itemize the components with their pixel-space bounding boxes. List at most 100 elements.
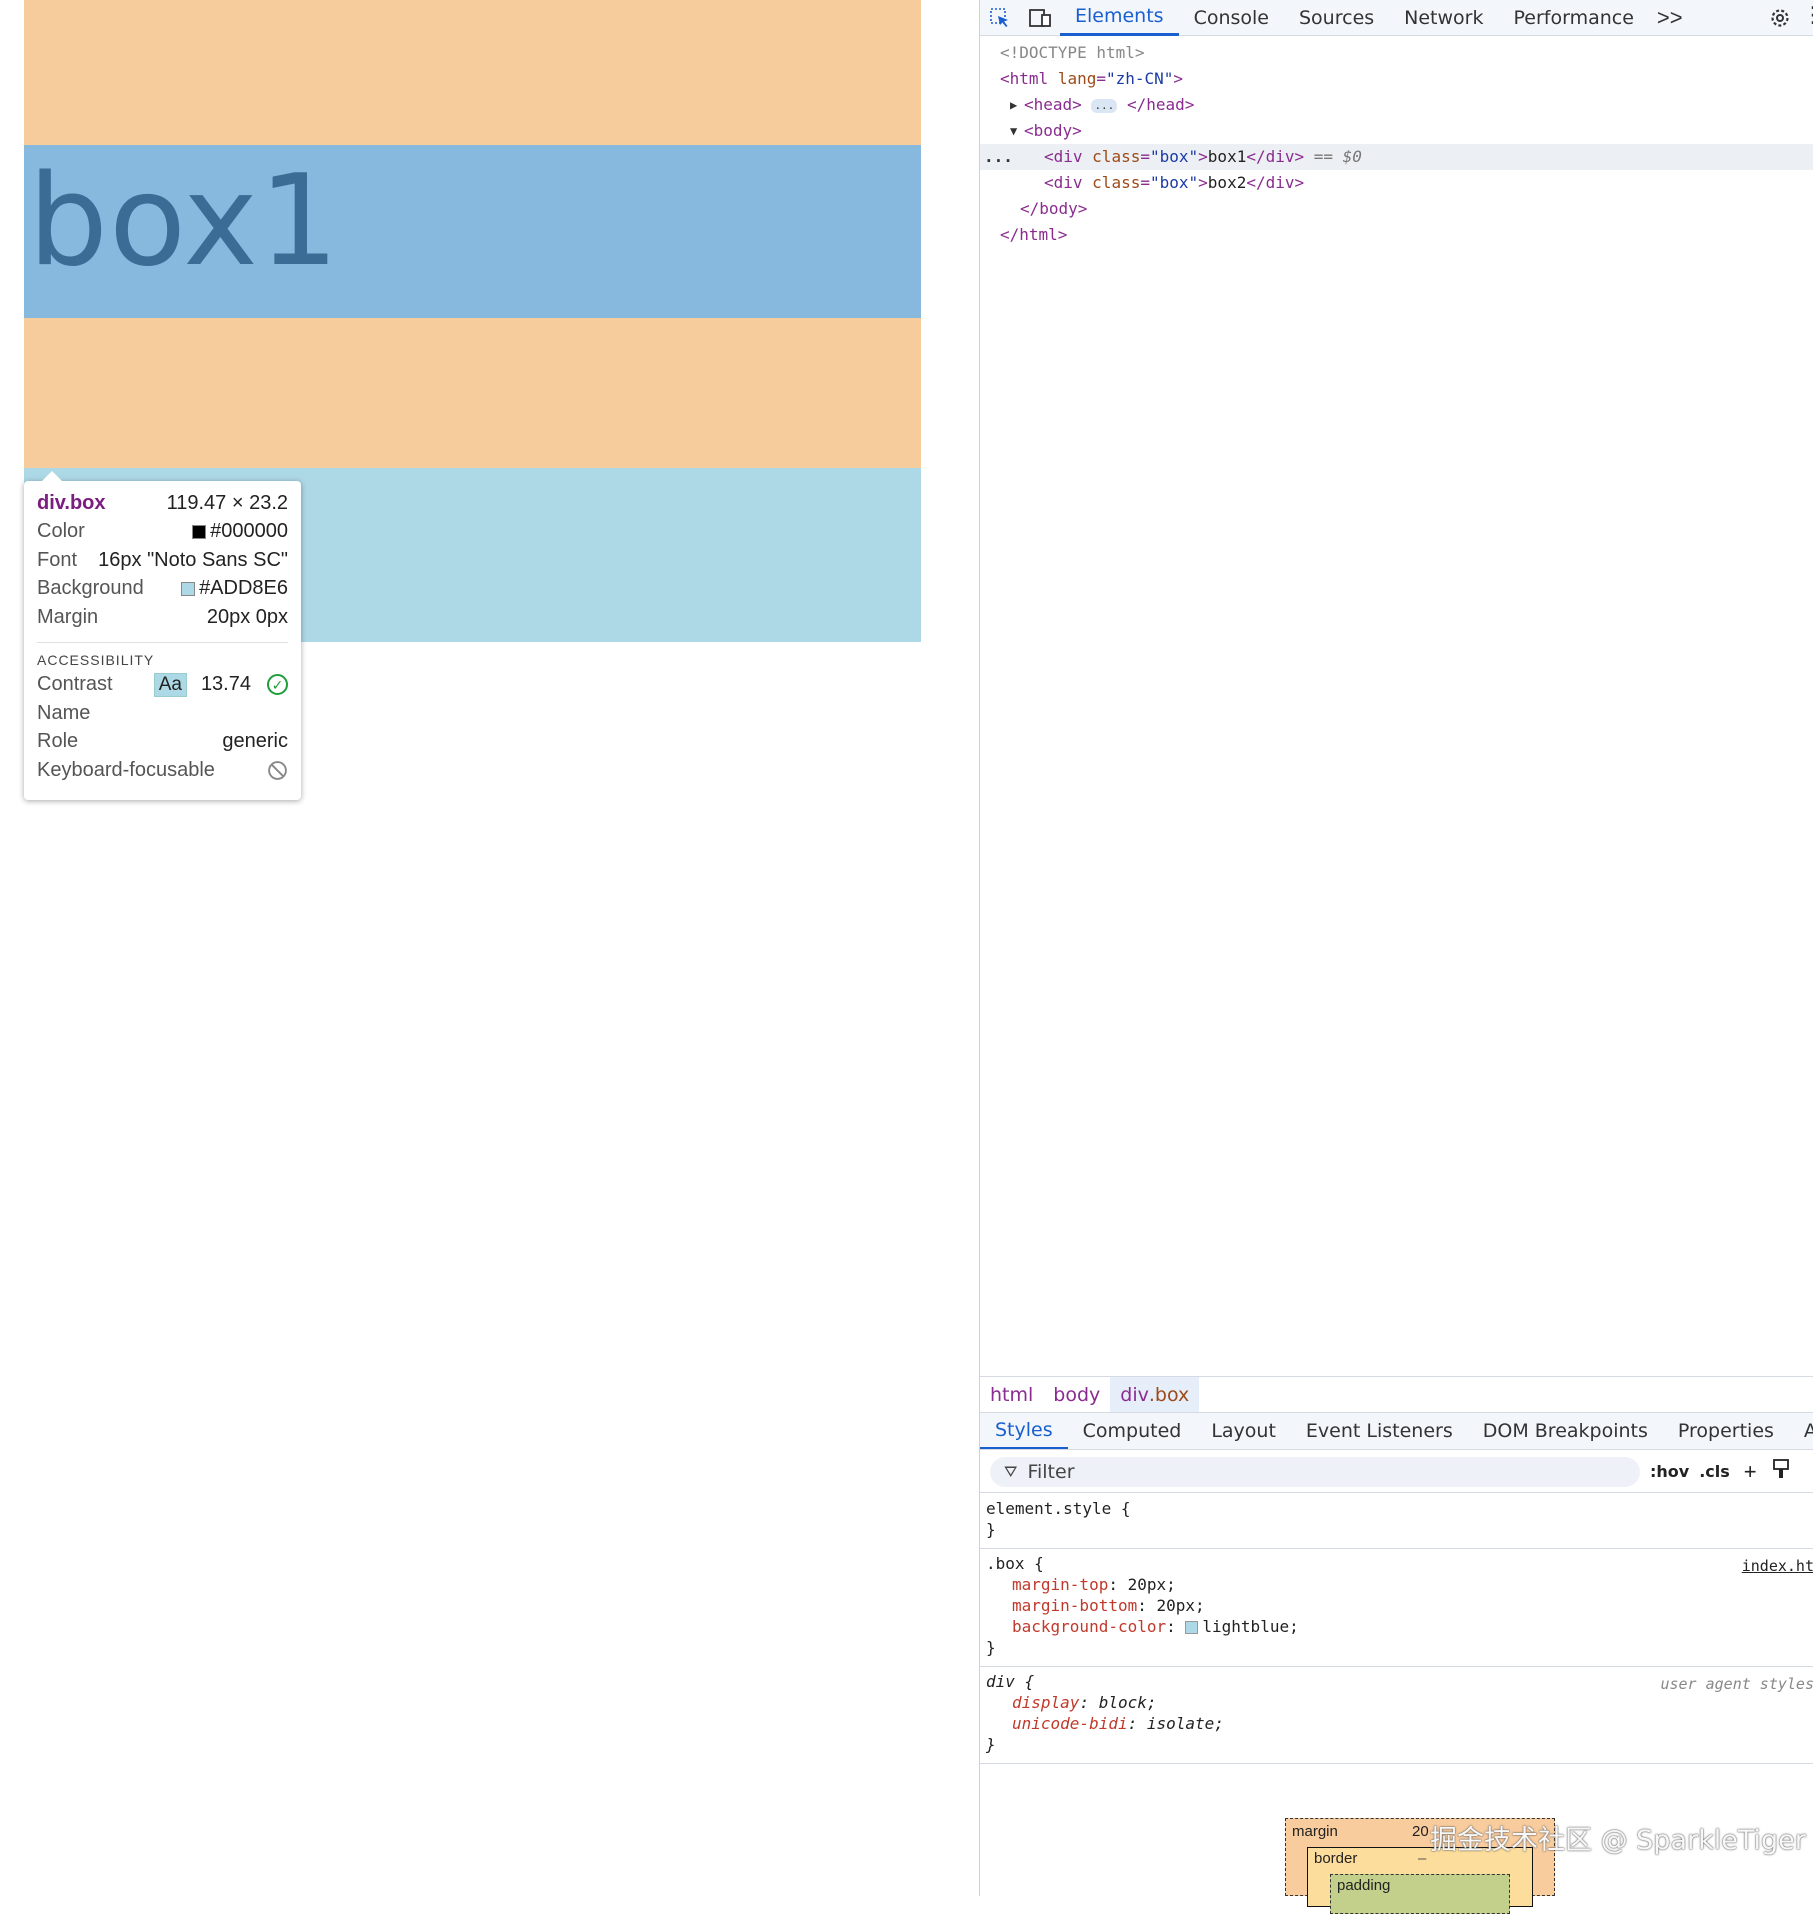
dom-node-div-box1[interactable]: ... <div class="box">box1</div> == $0 (980, 144, 1813, 170)
box1-text: box1 (28, 147, 340, 294)
declaration-unicode-bidi[interactable]: unicode-bidi: isolate; (986, 1713, 1808, 1734)
filter-input[interactable]: ⛛ Filter (990, 1456, 1640, 1487)
hover-state-button[interactable]: :hov (1650, 1462, 1689, 1481)
paint-brush-icon[interactable] (1771, 1458, 1791, 1486)
page-viewport: box1 div.box 119.47 × 23.2 Color #000000… (0, 0, 979, 1896)
box-model-margin-value[interactable]: 20 (1412, 1823, 1429, 1840)
tag-name: <head> (1024, 95, 1082, 114)
tag-name: </div> (1246, 147, 1305, 166)
class-toggle-button[interactable]: .cls (1699, 1462, 1730, 1481)
tooltip-divider (37, 641, 288, 643)
box-model-padding-label: padding (1337, 1877, 1391, 1894)
tooltip-value: Aa 13.74 ✓ (153, 672, 288, 697)
inspect-element-icon[interactable] (980, 0, 1020, 36)
expand-triangle-icon[interactable]: ▶ (1010, 92, 1017, 118)
tab-properties[interactable]: Properties (1663, 1413, 1789, 1449)
rule-close-brace: } (986, 1638, 996, 1657)
tab-performance[interactable]: Performance (1499, 0, 1649, 36)
dom-node-html[interactable]: <html lang="zh-CN"> (980, 66, 1813, 92)
style-rules: element.style { } index.ht .box { margin… (980, 1494, 1813, 1764)
property-name: margin-top (1012, 1575, 1109, 1594)
dom-tree: <!DOCTYPE html> <html lang="zh-CN"> ▶ <h… (980, 40, 1813, 248)
tooltip-key: Background (37, 577, 144, 600)
property-value: 20px; (1156, 1596, 1205, 1615)
color-swatch-icon (181, 581, 196, 596)
color-swatch-icon[interactable] (1185, 1621, 1199, 1634)
dom-node-body[interactable]: ▼ <body> (980, 118, 1813, 144)
rule-source-link[interactable]: index.ht (1742, 1557, 1813, 1575)
tab-styles[interactable]: Styles (980, 1413, 1068, 1449)
breadcrumb-body[interactable]: body (1043, 1377, 1110, 1413)
tab-dom-breakpoints[interactable]: DOM Breakpoints (1468, 1413, 1663, 1449)
kebab-menu-icon[interactable]: ⋮ (1802, 2, 1813, 28)
dom-node-head[interactable]: ▶ <head> ... </head> (980, 92, 1813, 118)
attr-name: class (1092, 147, 1141, 166)
dom-node-body-close[interactable]: </body> (980, 196, 1813, 222)
tag-name: </head> (1126, 95, 1195, 114)
declaration-display[interactable]: display: block; (986, 1692, 1808, 1713)
node-actions-dots-icon[interactable]: ... (984, 144, 1013, 170)
device-toolbar-icon[interactable] (1020, 0, 1060, 36)
node-text: box2 (1207, 173, 1247, 192)
tooltip-row-color: Color #000000 (37, 518, 288, 547)
tab-event-listeners[interactable]: Event Listeners (1291, 1413, 1468, 1449)
accessibility-section-title: ACCESSIBILITY (37, 649, 288, 671)
rule-selector: element.style { (986, 1499, 1131, 1518)
attr-value: "zh-CN" (1105, 69, 1174, 88)
box-model-border-value[interactable]: – (1418, 1850, 1426, 1867)
tooltip-row-role: Role generic (37, 728, 288, 757)
declaration-margin-bottom[interactable]: margin-bottom: 20px; (986, 1595, 1808, 1616)
tooltip-value-text: #000000 (210, 520, 288, 543)
rule-box[interactable]: index.ht .box { margin-top: 20px; margin… (980, 1549, 1813, 1667)
rule-selector: .box { (986, 1554, 1044, 1573)
collapsed-ellipsis-button[interactable]: ... (1091, 98, 1118, 113)
tooltip-element-size: 119.47 × 23.2 (166, 491, 288, 514)
tag-name: </div> (1246, 173, 1305, 192)
property-name: display (1012, 1693, 1080, 1712)
contrast-sample-chip: Aa (153, 672, 187, 697)
dom-node-div-box2[interactable]: <div class="box">box2</div> (980, 170, 1813, 196)
collapse-triangle-icon[interactable]: ▼ (1010, 118, 1017, 144)
rule-div-user-agent[interactable]: user agent styles div { display: block; … (980, 1667, 1813, 1764)
tab-computed[interactable]: Computed (1068, 1413, 1197, 1449)
tab-layout[interactable]: Layout (1196, 1413, 1291, 1449)
node-text: box1 (1207, 147, 1247, 166)
tooltip-row-margin: Margin 20px 0px (37, 603, 288, 632)
dom-node-html-close[interactable]: </html> (980, 222, 1813, 248)
property-name: unicode-bidi (1012, 1714, 1128, 1733)
tooltip-arrow (42, 471, 62, 481)
tab-console[interactable]: Console (1179, 0, 1284, 36)
property-name: margin-bottom (1012, 1596, 1138, 1615)
tab-network[interactable]: Network (1389, 0, 1498, 36)
breadcrumb-html[interactable]: html (980, 1377, 1043, 1413)
attr-value: "box" (1149, 173, 1199, 192)
tooltip-key: Color (37, 520, 85, 543)
crumb-class: .box (1148, 1383, 1190, 1406)
tag-name: <body> (1024, 121, 1082, 140)
box-model-border-label: border (1314, 1850, 1358, 1867)
tooltip-key: Name (37, 701, 91, 724)
new-rule-plus-icon[interactable]: + (1744, 1459, 1757, 1485)
tooltip-row-name: Name (37, 699, 288, 728)
tooltip-element-name: div.box (37, 491, 106, 514)
breadcrumb-div-box[interactable]: div .box (1110, 1376, 1200, 1413)
tab-elements[interactable]: Elements (1060, 0, 1179, 36)
declaration-background-color[interactable]: background-color: lightblue; (986, 1616, 1808, 1637)
attr-name: class (1092, 173, 1141, 192)
declaration-margin-top[interactable]: margin-top: 20px; (986, 1574, 1808, 1595)
color-swatch-icon (192, 524, 207, 539)
filter-funnel-icon: ⛛ (1004, 1461, 1018, 1481)
gear-icon[interactable] (1760, 0, 1800, 36)
more-tabs-chevron-icon[interactable]: >> (1649, 5, 1691, 31)
tooltip-value-text: #ADD8E6 (199, 577, 288, 600)
doctype-text: <!DOCTYPE html> (1000, 43, 1145, 62)
dom-node-doctype[interactable]: <!DOCTYPE html> (980, 40, 1813, 66)
rule-element-style[interactable]: element.style { } (980, 1494, 1813, 1549)
filter-placeholder: Filter (1027, 1460, 1075, 1483)
box-model-margin-label: margin (1292, 1823, 1338, 1840)
tab-accessibility[interactable]: Accessil (1789, 1413, 1813, 1449)
tag-bracket: > (1173, 69, 1184, 88)
tag-name: <div (1044, 147, 1083, 166)
watermark-text: 掘金技术社区 @ SparkleTiger (1430, 1825, 1806, 1856)
tab-sources[interactable]: Sources (1284, 0, 1389, 36)
